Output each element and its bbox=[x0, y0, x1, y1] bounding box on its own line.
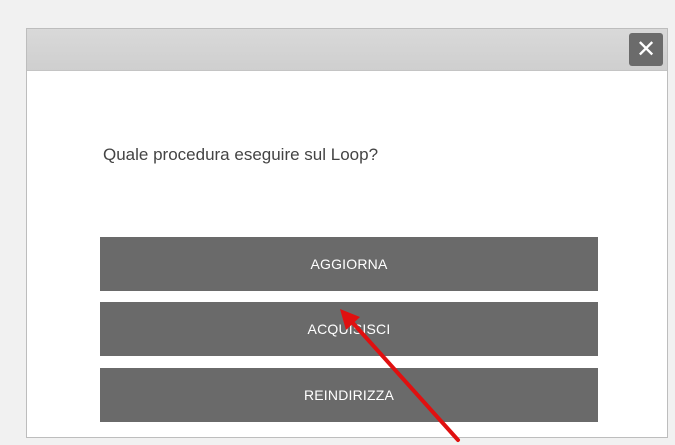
procedure-dialog: ✕ Quale procedura eseguire sul Loop? AGG… bbox=[26, 28, 668, 438]
close-button[interactable]: ✕ bbox=[629, 33, 663, 66]
aggiorna-button[interactable]: AGGIORNA bbox=[100, 237, 598, 291]
reindirizza-button[interactable]: REINDIRIZZA bbox=[100, 368, 598, 422]
screenshot-stage: ✕ Quale procedura eseguire sul Loop? AGG… bbox=[0, 0, 675, 445]
dialog-question: Quale procedura eseguire sul Loop? bbox=[103, 145, 379, 164]
acquisisci-button[interactable]: ACQUISISCI bbox=[100, 302, 598, 356]
close-icon: ✕ bbox=[635, 35, 657, 63]
dialog-titlebar: ✕ bbox=[27, 29, 667, 71]
